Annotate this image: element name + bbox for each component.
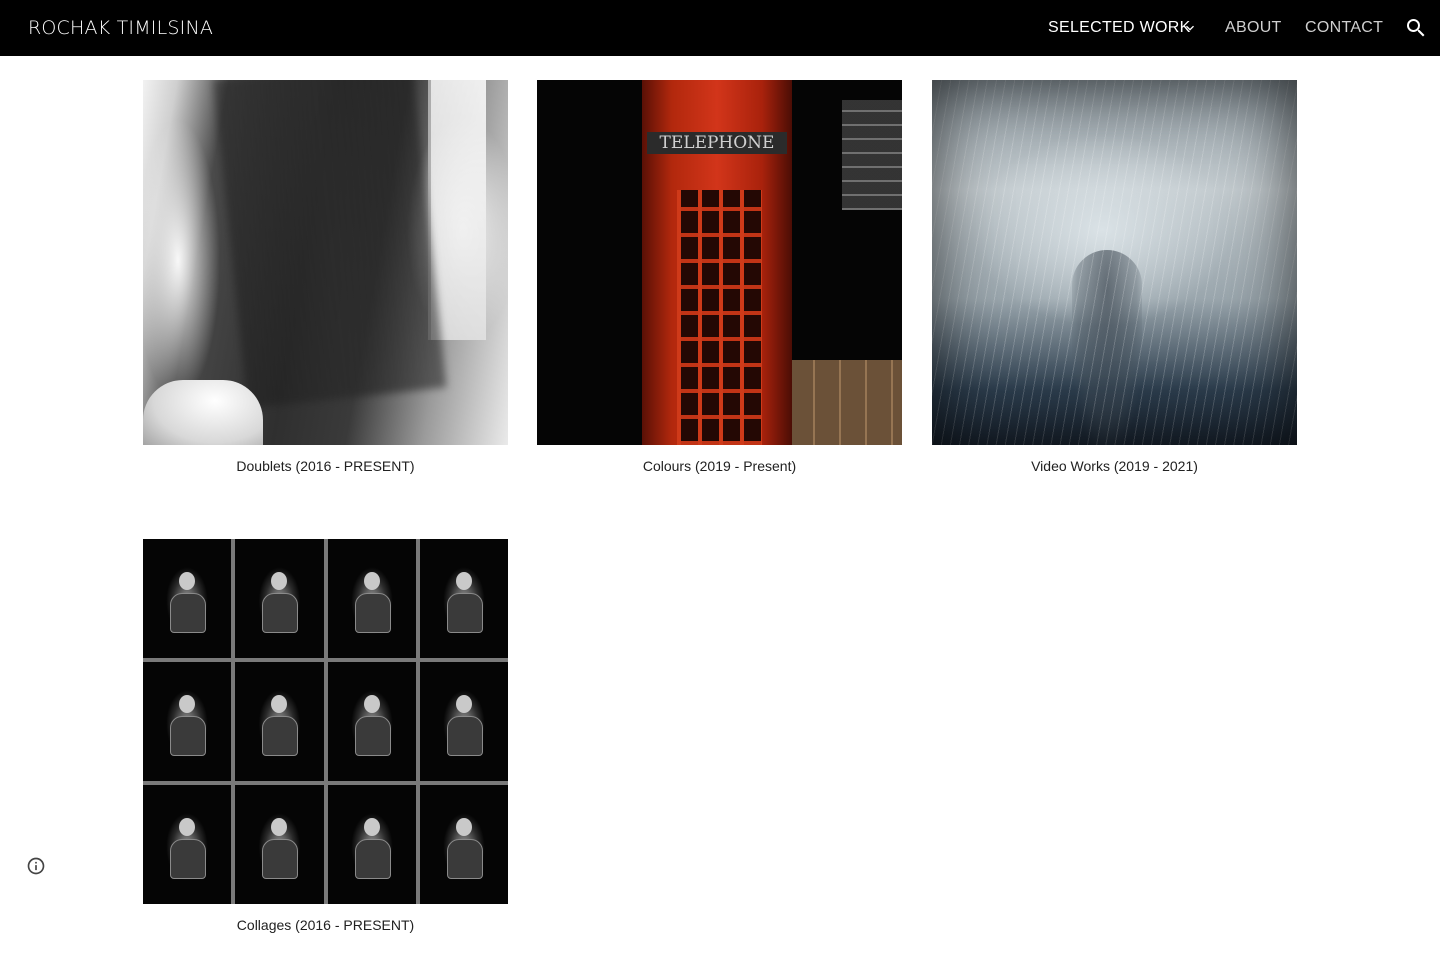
booth-sign: TELEPHONE [647,132,787,154]
brick-wall-shape [842,100,902,210]
collage-cell [235,539,324,658]
collage-cell [419,662,508,781]
collage-cell [419,539,508,658]
bed-shape [143,380,263,445]
collages-image[interactable] [143,539,508,904]
info-icon[interactable] [26,856,46,876]
chevron-down-icon[interactable] [1182,20,1198,36]
collage-cell [327,539,416,658]
collage-cell [327,785,416,904]
nav-selected-work[interactable]: SELECTED WORK [1048,0,1191,56]
doublets-image[interactable] [143,80,508,445]
collage-grid [143,539,508,904]
collage-cell [419,785,508,904]
caption-collages[interactable]: Collages (2016 - PRESENT) [143,917,508,933]
site-header: ROCHAK TIMILSINA SELECTED WORK ABOUT CON… [0,0,1440,56]
collage-cell [235,785,324,904]
collage-cell [143,785,232,904]
colours-image[interactable]: TELEPHONE [537,80,902,445]
collage-cell [143,539,232,658]
caption-colours[interactable]: Colours (2019 - Present) [537,458,902,474]
caption-video-works[interactable]: Video Works (2019 - 2021) [932,458,1297,474]
site-title[interactable]: ROCHAK TIMILSINA [28,0,213,56]
collage-cell [327,662,416,781]
booth-bars-shape [677,190,762,445]
video-works-image[interactable] [932,80,1297,445]
search-icon[interactable] [1404,16,1428,40]
vignette-overlay [932,80,1297,445]
collage-cell [235,662,324,781]
pavement-shape [787,360,902,445]
caption-doublets[interactable]: Doublets (2016 - PRESENT) [143,458,508,474]
curtain-shape [213,80,447,409]
collage-cell [143,662,232,781]
nav-contact[interactable]: CONTACT [1305,0,1383,56]
nav-about[interactable]: ABOUT [1225,0,1282,56]
